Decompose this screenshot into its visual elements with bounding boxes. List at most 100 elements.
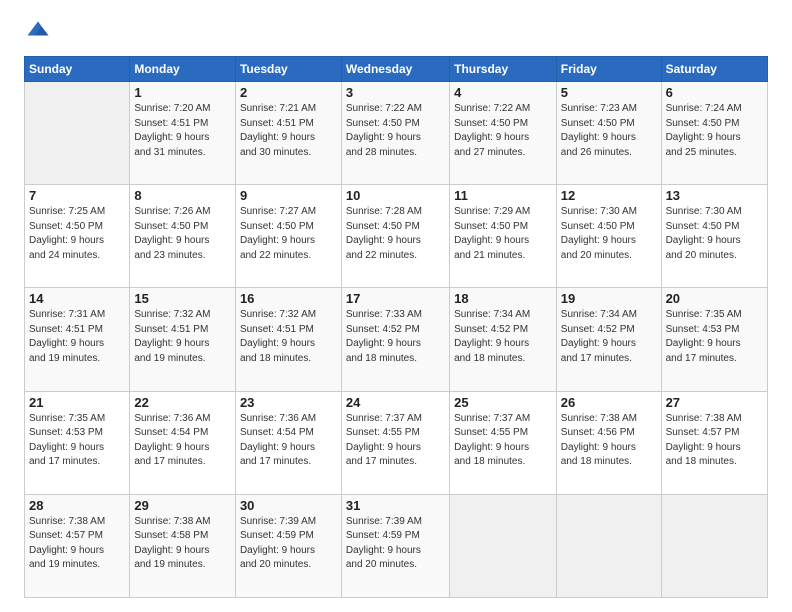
- sunset-text: Sunset: 4:50 PM: [240, 220, 337, 235]
- calendar-week-row: 14Sunrise: 7:31 AMSunset: 4:51 PMDayligh…: [25, 288, 768, 391]
- sunrise-text: Sunrise: 7:28 AM: [346, 205, 445, 220]
- daylight-text-2: and 17 minutes.: [666, 352, 763, 367]
- day-info: Sunrise: 7:36 AMSunset: 4:54 PMDaylight:…: [134, 412, 231, 470]
- day-number: 8: [134, 188, 231, 203]
- sunrise-text: Sunrise: 7:37 AM: [454, 412, 552, 427]
- sunset-text: Sunset: 4:55 PM: [346, 426, 445, 441]
- sunrise-text: Sunrise: 7:35 AM: [666, 308, 763, 323]
- sunset-text: Sunset: 4:50 PM: [454, 220, 552, 235]
- calendar-day-cell: [556, 494, 661, 597]
- day-number: 29: [134, 498, 231, 513]
- day-number: 5: [561, 85, 657, 100]
- day-of-week-header: Tuesday: [235, 57, 341, 82]
- sunrise-text: Sunrise: 7:20 AM: [134, 102, 231, 117]
- day-of-week-header: Saturday: [661, 57, 767, 82]
- daylight-text: Daylight: 9 hours: [29, 337, 125, 352]
- sunrise-text: Sunrise: 7:25 AM: [29, 205, 125, 220]
- sunrise-text: Sunrise: 7:27 AM: [240, 205, 337, 220]
- daylight-text: Daylight: 9 hours: [240, 544, 337, 559]
- day-info: Sunrise: 7:34 AMSunset: 4:52 PMDaylight:…: [561, 308, 657, 366]
- calendar-day-cell: 23Sunrise: 7:36 AMSunset: 4:54 PMDayligh…: [235, 391, 341, 494]
- sunset-text: Sunset: 4:58 PM: [134, 529, 231, 544]
- calendar-day-cell: 1 Sunrise: 7:20 AMSunset: 4:51 PMDaylight…: [130, 82, 236, 185]
- day-number: 30: [240, 498, 337, 513]
- daylight-text: Daylight: 9 hours: [666, 337, 763, 352]
- sunset-text: Sunset: 4:53 PM: [666, 323, 763, 338]
- calendar-day-cell: 21Sunrise: 7:35 AMSunset: 4:53 PMDayligh…: [25, 391, 130, 494]
- daylight-text-2: and 20 minutes.: [666, 249, 763, 264]
- daylight-text: Daylight: 9 hours: [240, 441, 337, 456]
- calendar-day-cell: 10Sunrise: 7:28 AMSunset: 4:50 PMDayligh…: [341, 185, 449, 288]
- day-info: Sunrise: 7:35 AMSunset: 4:53 PMDaylight:…: [666, 308, 763, 366]
- daylight-text-2: and 19 minutes.: [29, 558, 125, 573]
- day-number: 25: [454, 395, 552, 410]
- day-info: Sunrise: 7:38 AMSunset: 4:57 PMDaylight:…: [666, 412, 763, 470]
- day-info: Sunrise: 7:25 AMSunset: 4:50 PMDaylight:…: [29, 205, 125, 263]
- day-of-week-header: Friday: [556, 57, 661, 82]
- sunset-text: Sunset: 4:50 PM: [346, 220, 445, 235]
- day-info: Sunrise: 7:34 AMSunset: 4:52 PMDaylight:…: [454, 308, 552, 366]
- calendar-day-cell: 13Sunrise: 7:30 AMSunset: 4:50 PMDayligh…: [661, 185, 767, 288]
- calendar-day-cell: 20Sunrise: 7:35 AMSunset: 4:53 PMDayligh…: [661, 288, 767, 391]
- day-info: Sunrise: 7:38 AMSunset: 4:58 PMDaylight:…: [134, 515, 231, 573]
- daylight-text-2: and 26 minutes.: [561, 146, 657, 161]
- sunset-text: Sunset: 4:50 PM: [29, 220, 125, 235]
- daylight-text-2: and 18 minutes.: [454, 455, 552, 470]
- sunrise-text: Sunrise: 7:39 AM: [240, 515, 337, 530]
- calendar-day-cell: 11Sunrise: 7:29 AMSunset: 4:50 PMDayligh…: [450, 185, 557, 288]
- day-of-week-header: Sunday: [25, 57, 130, 82]
- sunset-text: Sunset: 4:50 PM: [346, 117, 445, 132]
- day-number: 18: [454, 291, 552, 306]
- daylight-text: Daylight: 9 hours: [134, 234, 231, 249]
- day-number: 4: [454, 85, 552, 100]
- calendar-day-cell: [661, 494, 767, 597]
- calendar-week-row: 21Sunrise: 7:35 AMSunset: 4:53 PMDayligh…: [25, 391, 768, 494]
- calendar-day-cell: 14Sunrise: 7:31 AMSunset: 4:51 PMDayligh…: [25, 288, 130, 391]
- day-info: Sunrise: 7:39 AMSunset: 4:59 PMDaylight:…: [240, 515, 337, 573]
- daylight-text-2: and 30 minutes.: [240, 146, 337, 161]
- calendar-header-row: SundayMondayTuesdayWednesdayThursdayFrid…: [25, 57, 768, 82]
- calendar-day-cell: 16Sunrise: 7:32 AMSunset: 4:51 PMDayligh…: [235, 288, 341, 391]
- calendar-day-cell: 4Sunrise: 7:22 AMSunset: 4:50 PMDaylight…: [450, 82, 557, 185]
- day-number: 7: [29, 188, 125, 203]
- day-number: 1: [134, 85, 231, 100]
- sunrise-text: Sunrise: 7:30 AM: [666, 205, 763, 220]
- sunrise-text: Sunrise: 7:32 AM: [240, 308, 337, 323]
- header: [24, 18, 768, 46]
- daylight-text: Daylight: 9 hours: [346, 131, 445, 146]
- calendar-day-cell: [25, 82, 130, 185]
- sunrise-text: Sunrise: 7:38 AM: [134, 515, 231, 530]
- day-number: 27: [666, 395, 763, 410]
- daylight-text: Daylight: 9 hours: [454, 234, 552, 249]
- day-number: 11: [454, 188, 552, 203]
- sunrise-text: Sunrise: 7:36 AM: [240, 412, 337, 427]
- day-number: 26: [561, 395, 657, 410]
- daylight-text-2: and 23 minutes.: [134, 249, 231, 264]
- daylight-text: Daylight: 9 hours: [666, 131, 763, 146]
- page: SundayMondayTuesdayWednesdayThursdayFrid…: [0, 0, 792, 612]
- daylight-text: Daylight: 9 hours: [666, 234, 763, 249]
- daylight-text: Daylight: 9 hours: [29, 544, 125, 559]
- calendar-day-cell: 7 Sunrise: 7:25 AMSunset: 4:50 PMDaylight…: [25, 185, 130, 288]
- calendar-day-cell: 8Sunrise: 7:26 AMSunset: 4:50 PMDaylight…: [130, 185, 236, 288]
- day-info: Sunrise: 7:38 AMSunset: 4:56 PMDaylight:…: [561, 412, 657, 470]
- day-of-week-header: Wednesday: [341, 57, 449, 82]
- daylight-text: Daylight: 9 hours: [346, 337, 445, 352]
- daylight-text-2: and 22 minutes.: [346, 249, 445, 264]
- daylight-text: Daylight: 9 hours: [134, 441, 231, 456]
- day-info: Sunrise: 7:21 AMSunset: 4:51 PMDaylight:…: [240, 102, 337, 160]
- sunset-text: Sunset: 4:50 PM: [561, 117, 657, 132]
- day-number: 2: [240, 85, 337, 100]
- daylight-text-2: and 17 minutes.: [561, 352, 657, 367]
- daylight-text-2: and 31 minutes.: [134, 146, 231, 161]
- daylight-text: Daylight: 9 hours: [240, 337, 337, 352]
- calendar-week-row: 7Sunrise: 7:25 AMSunset: 4:50 PMDaylight…: [25, 185, 768, 288]
- day-number: 19: [561, 291, 657, 306]
- day-info: Sunrise: 7:20 AMSunset: 4:51 PMDaylight:…: [134, 102, 231, 160]
- sunrise-text: Sunrise: 7:24 AM: [666, 102, 763, 117]
- day-info: Sunrise: 7:31 AMSunset: 4:51 PMDaylight:…: [29, 308, 125, 366]
- daylight-text: Daylight: 9 hours: [346, 544, 445, 559]
- sunset-text: Sunset: 4:50 PM: [666, 220, 763, 235]
- calendar-day-cell: 31Sunrise: 7:39 AMSunset: 4:59 PMDayligh…: [341, 494, 449, 597]
- sunrise-text: Sunrise: 7:38 AM: [666, 412, 763, 427]
